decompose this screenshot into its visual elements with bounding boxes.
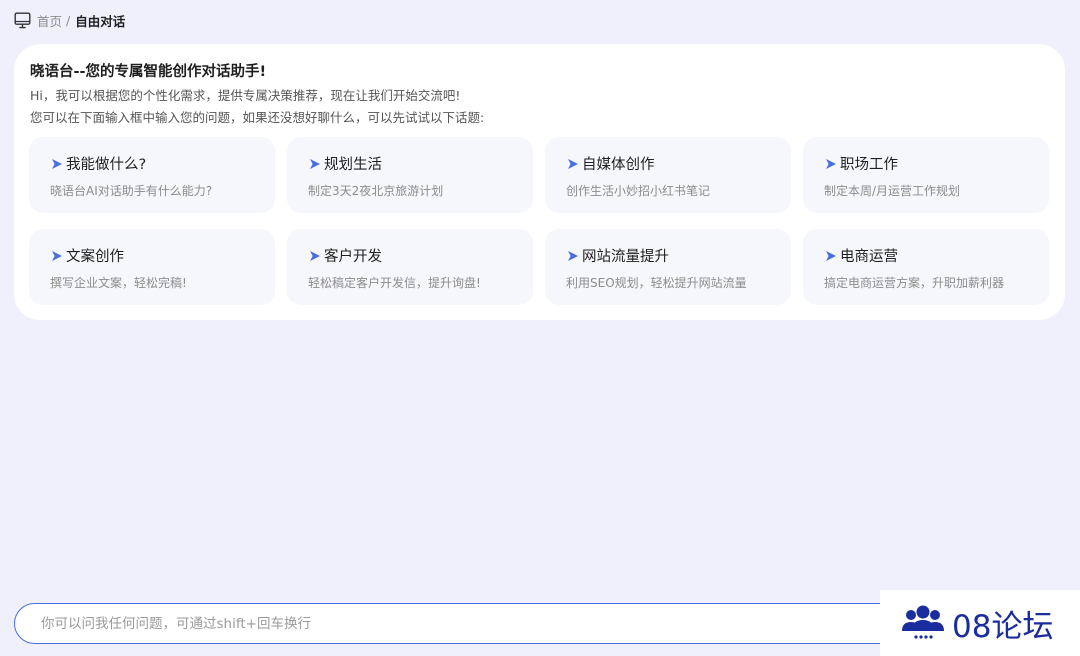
chat-input[interactable] [15,604,1013,643]
topic-desc: 搞定电商运营方案，升职加薪利器 [824,276,1005,290]
welcome-hint: 您可以在下面输入框中输入您的问题，如果还没想好聊什么，可以先试试以下话题: [30,110,485,125]
breadcrumb-home-link[interactable]: 首页 [37,11,62,30]
arrow-right-icon [825,250,837,262]
topic-desc: 撰写企业文案，轻松完稿! [50,276,187,290]
topic-desc: 轻松稿定客户开发信，提升询盘! [308,276,481,290]
topic-desc: 晓语台AI对话助手有什么能力? [50,184,213,198]
topic-title: 文案创作 [66,249,124,265]
arrow-right-icon [51,250,63,262]
topic-card[interactable]: 网站流量提升 利用SEO规划，轻松提升网站流量 [545,229,791,305]
arrow-right-icon [309,250,321,262]
arrow-right-icon [567,158,579,170]
topic-desc: 制定本周/月运营工作规划 [824,184,961,198]
breadcrumb: 首页 / 自由对话 [14,10,125,30]
topic-card[interactable]: 文案创作 撰写企业文案，轻松完稿! [29,229,275,305]
people-group-icon [900,603,946,643]
monitor-icon [14,12,31,29]
arrow-right-icon [825,158,837,170]
topic-title: 我能做什么? [66,157,147,173]
topic-desc: 创作生活小妙招小红书笔记 [566,184,711,198]
topic-card[interactable]: 职场工作 制定本周/月运营工作规划 [803,137,1049,213]
topic-title: 网站流量提升 [582,249,669,265]
welcome-card: 晓语台--您的专属智能创作对话助手! Hi，我可以根据您的个性化需求，提供专属决… [14,44,1065,320]
topic-card[interactable]: 规划生活 制定3天2夜北京旅游计划 [287,137,533,213]
topic-desc: 制定3天2夜北京旅游计划 [308,184,444,198]
topic-desc: 利用SEO规划，轻松提升网站流量 [566,276,747,290]
breadcrumb-current: 自由对话 [75,13,126,29]
chat-input-box[interactable] [14,603,1014,644]
arrow-right-icon [567,250,579,262]
topic-card[interactable]: 我能做什么? 晓语台AI对话助手有什么能力? [29,137,275,213]
topic-title: 自媒体创作 [582,157,655,173]
arrow-right-icon [51,158,63,170]
topic-title: 客户开发 [324,249,382,265]
topic-title: 电商运营 [840,249,898,265]
topic-grid: 我能做什么? 晓语台AI对话助手有什么能力? 规划生活 制定3天2夜北京旅游计划… [29,137,1049,305]
breadcrumb-separator: / [66,12,71,28]
topic-card[interactable]: 客户开发 轻松稿定客户开发信，提升询盘! [287,229,533,305]
watermark-text: 08论坛 [952,608,1054,645]
topic-card[interactable]: 电商运营 搞定电商运营方案，升职加薪利器 [803,229,1049,305]
welcome-title: 晓语台--您的专属智能创作对话助手! [30,64,267,80]
arrow-right-icon [309,158,321,170]
welcome-intro: Hi，我可以根据您的个性化需求，提供专属决策推荐，现在让我们开始交流吧! [30,88,461,103]
topic-card[interactable]: 自媒体创作 创作生活小妙招小红书笔记 [545,137,791,213]
topic-title: 规划生活 [324,157,382,173]
watermark: 08论坛 [880,590,1080,656]
topic-title: 职场工作 [840,157,898,173]
